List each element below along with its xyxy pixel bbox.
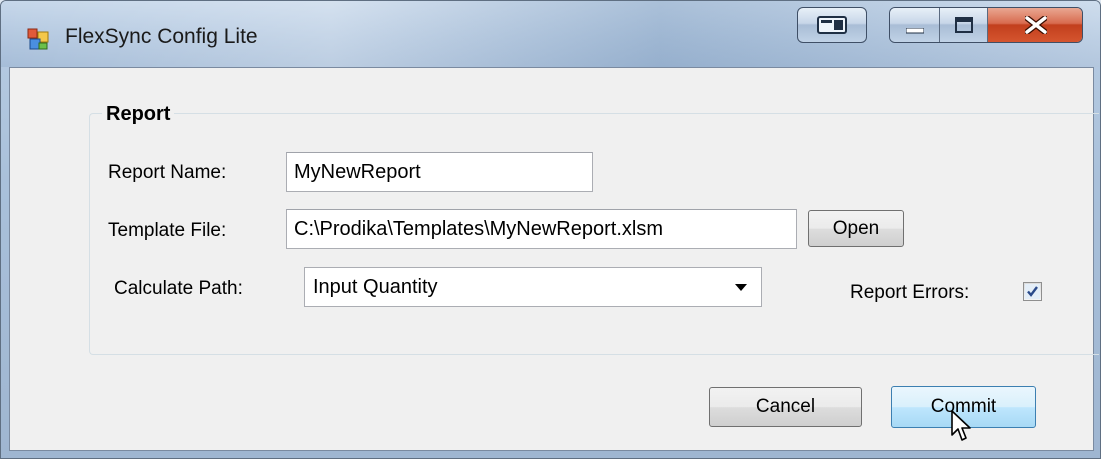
window-app-icon[interactable] (27, 28, 49, 50)
close-icon (1025, 16, 1047, 34)
switch-window-button[interactable] (797, 7, 867, 43)
switch-window-icon (817, 16, 847, 34)
report-name-label: Report Name: (108, 162, 227, 183)
window-controls (889, 7, 1083, 43)
title-bar[interactable]: FlexSync Config Lite (1, 1, 1100, 67)
window-title: FlexSync Config Lite (65, 25, 258, 48)
report-group-title: Report (102, 103, 175, 126)
calculate-path-dropdown[interactable]: Input Quantity (304, 267, 762, 307)
template-file-input[interactable]: C:\Prodika\Templates\MyNewReport.xlsm (286, 209, 797, 249)
report-name-input[interactable]: MyNewReport (286, 152, 593, 192)
maximize-icon (955, 17, 973, 33)
app-window: FlexSync Config Lite Report Report Name:… (0, 0, 1101, 459)
close-button[interactable] (988, 8, 1082, 42)
cancel-button[interactable]: Cancel (709, 387, 862, 427)
chevron-down-icon (735, 284, 747, 291)
open-button[interactable]: Open (808, 210, 904, 247)
calculate-path-selected: Input Quantity (313, 276, 438, 298)
report-errors-checkbox[interactable] (1023, 282, 1042, 301)
report-errors-label: Report Errors: (850, 282, 970, 303)
maximize-button[interactable] (940, 8, 988, 42)
client-area: Report Report Name: MyNewReport Template… (9, 67, 1099, 451)
minimize-button[interactable] (890, 8, 940, 42)
minimize-icon (906, 28, 924, 34)
mouse-pointer-icon (951, 410, 971, 441)
cancel-button-label: Cancel (755, 396, 816, 417)
open-button-label: Open (832, 218, 880, 239)
template-file-label: Template File: (108, 220, 227, 241)
checkmark-icon (1025, 284, 1040, 299)
calculate-path-label: Calculate Path: (114, 278, 243, 299)
